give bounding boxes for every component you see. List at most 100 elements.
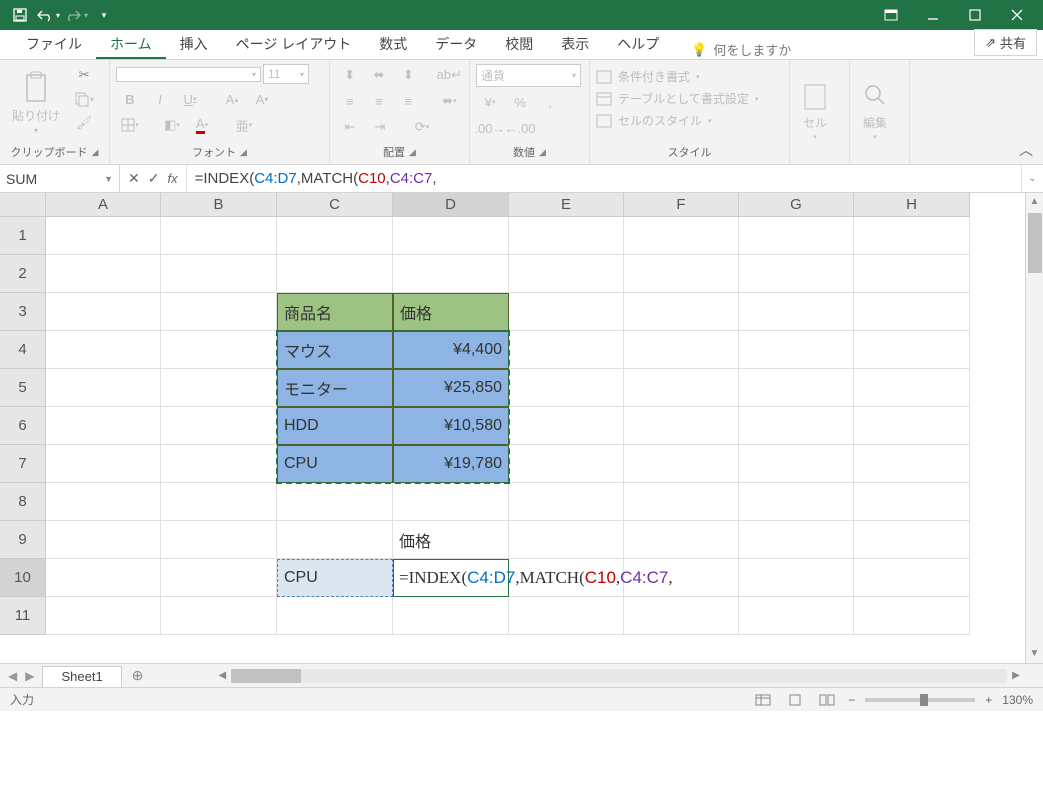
hscroll-thumb[interactable] [231,669,301,683]
row-header-3[interactable]: 3 [0,293,46,331]
cell-F5[interactable] [624,369,739,407]
cell-H3[interactable] [854,293,970,331]
cell-styles[interactable]: セルのスタイル▾ [596,112,783,129]
zoom-in-button[interactable]: + [985,693,992,707]
name-box-dropdown[interactable]: ▼ [104,174,113,184]
cell-G4[interactable] [739,331,854,369]
tab-home[interactable]: ホーム [96,28,166,59]
font-dialog-launcher[interactable]: ◢ [240,147,247,158]
cell-F2[interactable] [624,255,739,293]
row-header-10[interactable]: 10 [0,559,46,597]
col-header-G[interactable]: G [739,193,854,217]
cell-H5[interactable] [854,369,970,407]
col-header-A[interactable]: A [46,193,161,217]
cell-B9[interactable] [161,521,277,559]
cell-G5[interactable] [739,369,854,407]
cell-G1[interactable] [739,217,854,255]
cell-C8[interactable] [277,483,393,521]
tab-view[interactable]: 表示 [547,28,603,59]
row-header-6[interactable]: 6 [0,407,46,445]
percent-format[interactable]: % [506,91,534,113]
tab-review[interactable]: 校閲 [491,28,547,59]
align-middle[interactable]: ⬌ [365,64,392,86]
cell-A11[interactable] [46,597,161,635]
cell-E5[interactable] [509,369,624,407]
cell-H4[interactable] [854,331,970,369]
cell-D10-formula[interactable]: =INDEX(C4:D7,MATCH(C10,C4:C7, [393,559,893,597]
cell-E6[interactable] [509,407,624,445]
cell-G8[interactable] [739,483,854,521]
view-normal[interactable] [752,691,774,709]
zoom-out-button[interactable]: − [848,693,855,707]
tell-me-search[interactable]: 💡何をしますか [683,40,799,59]
tab-formulas[interactable]: 数式 [365,28,421,59]
cell-D5[interactable]: ¥25,850 [393,369,509,407]
zoom-level[interactable]: 130% [1002,693,1033,707]
tab-page-layout[interactable]: ページ レイアウト [222,28,366,59]
col-header-F[interactable]: F [624,193,739,217]
insert-function-button[interactable]: fx [167,171,177,186]
row-header-4[interactable]: 4 [0,331,46,369]
format-as-table[interactable]: テーブルとして書式設定▾ [596,90,783,107]
row-header-1[interactable]: 1 [0,217,46,255]
cell-A10[interactable] [46,559,161,597]
col-header-E[interactable]: E [509,193,624,217]
scroll-right-button[interactable]: ▶ [1007,670,1025,681]
cell-H6[interactable] [854,407,970,445]
redo-button[interactable]: ▾ [64,3,88,27]
cell-G11[interactable] [739,597,854,635]
formula-input[interactable]: =INDEX(C4:D7,MATCH(C10,C4:C7, [187,165,1021,192]
row-header-2[interactable]: 2 [0,255,46,293]
vertical-scrollbar[interactable]: ▲ ▼ [1025,193,1043,663]
cell-E1[interactable] [509,217,624,255]
share-button[interactable]: ⇗共有 [974,29,1037,56]
scroll-left-button[interactable]: ◀ [213,670,231,681]
cell-G6[interactable] [739,407,854,445]
cell-B4[interactable] [161,331,277,369]
cell-C4[interactable]: マウス [277,331,393,369]
cell-F4[interactable] [624,331,739,369]
cell-D4[interactable]: ¥4,400 [393,331,509,369]
align-top[interactable]: ⬍ [336,64,363,86]
paste-button[interactable]: 貼り付け▾ [6,64,66,142]
sheet-nav-next[interactable]: ▶ [25,669,34,683]
comma-format[interactable]: , [536,91,564,113]
font-color-button[interactable]: A▾ [188,114,216,136]
cell-G7[interactable] [739,445,854,483]
cell-G9[interactable] [739,521,854,559]
cell-C2[interactable] [277,255,393,293]
italic-button[interactable]: I [146,88,174,110]
cell-B5[interactable] [161,369,277,407]
cell-B11[interactable] [161,597,277,635]
cell-H8[interactable] [854,483,970,521]
cell-C5[interactable]: モニター [277,369,393,407]
phonetic-button[interactable]: 亜▾ [230,114,258,136]
conditional-formatting[interactable]: 条件付き書式▾ [596,68,783,85]
cell-A7[interactable] [46,445,161,483]
cell-H1[interactable] [854,217,970,255]
tab-data[interactable]: データ [421,28,491,59]
select-all-corner[interactable] [0,193,46,217]
cell-E8[interactable] [509,483,624,521]
number-format-dropdown[interactable]: 通貨▾ [476,64,581,87]
alignment-dialog-launcher[interactable]: ◢ [409,147,416,158]
cell-D7[interactable]: ¥19,780 [393,445,509,483]
wrap-text[interactable]: ab↵ [436,64,463,86]
cell-G2[interactable] [739,255,854,293]
cell-A5[interactable] [46,369,161,407]
bold-button[interactable]: B [116,88,144,110]
ribbon-display-options[interactable] [873,2,909,28]
cell-H7[interactable] [854,445,970,483]
sheet-tab-1[interactable]: Sheet1 [42,666,121,687]
cell-G3[interactable] [739,293,854,331]
cancel-formula-button[interactable]: ✕ [128,170,140,187]
col-header-D[interactable]: D [393,193,509,217]
increase-decimal[interactable]: .00→ [476,117,504,139]
cell-E2[interactable] [509,255,624,293]
format-painter-button[interactable]: 🖌 [70,112,98,134]
fill-color-button[interactable]: ◧▾ [158,114,186,136]
col-header-H[interactable]: H [854,193,970,217]
cell-C11[interactable] [277,597,393,635]
decrease-font-button[interactable]: A▾ [248,88,276,110]
row-header-7[interactable]: 7 [0,445,46,483]
